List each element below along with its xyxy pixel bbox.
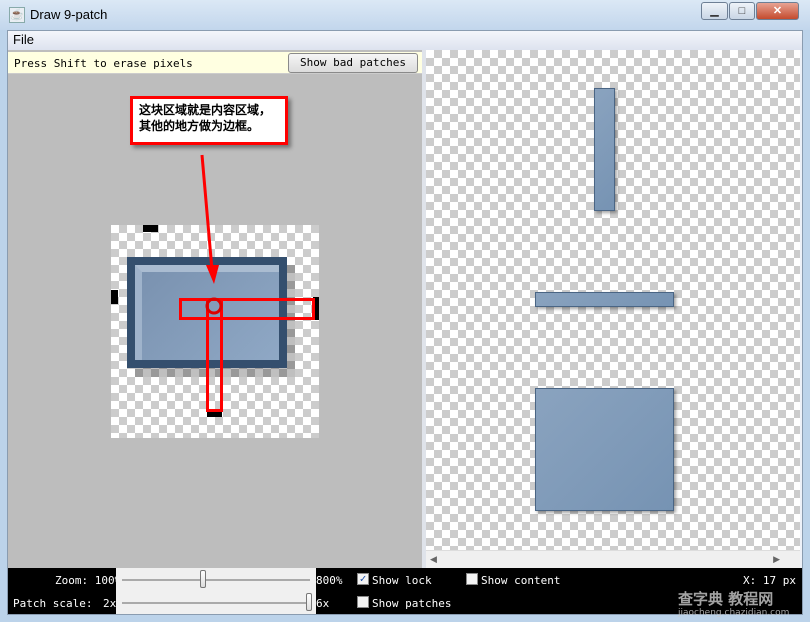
zoom-slider-thumb[interactable] [199,570,206,588]
zoom-slider[interactable] [116,568,316,591]
patch-scale-slider[interactable] [116,591,316,614]
watermark-line-2: jiaocheng.chazidian.com [678,608,790,618]
show-patches-label: Show patches [372,597,452,610]
close-button[interactable]: ✕ [756,2,799,20]
show-patches-checkbox[interactable] [357,596,369,608]
scroll-right-icon[interactable]: ▶ [773,554,780,565]
watermark-line-1: 查字典 教程网 [678,590,774,608]
patch-scale-slider-thumb[interactable] [306,593,312,611]
patch-scale-label: Patch scale: [13,597,93,610]
preview-panel [426,50,800,550]
annotation-line-2: 其他的地方做为边框。 [139,119,260,133]
show-lock-checkbox[interactable]: ✓ [357,573,369,585]
annotation-arrow [200,154,223,315]
show-lock-label: Show lock [372,574,432,587]
preview-horizontal-stretch [535,292,674,307]
maximize-button[interactable]: □ [729,2,755,20]
preview-both-stretch [535,388,674,511]
minimize-button[interactable]: ▁ [701,2,728,20]
bottom-controls: Zoom: 100% 800% ✓ Show lock Show content… [8,568,802,618]
preview-vertical-stretch [594,88,615,211]
scroll-left-icon[interactable]: ◀ [430,554,437,565]
preview-horizontal-scrollbar[interactable]: ◀ ▶ [426,550,800,568]
zoom-max-label: 800% [316,574,343,587]
annotation-callout: 这块区域就是内容区域， 其他的地方做为边框。 [130,96,288,145]
watermark-logo: 查字典 教程网 jiaocheng.chazidian.com [678,588,789,618]
patch-scale-min-label: 2x [103,597,117,610]
x-coordinate-readout: X: 17 px [743,574,796,587]
zoom-label: Zoom: 100% [55,574,122,587]
show-content-label: Show content [481,574,561,587]
annotation-line-1: 这块区域就是内容区域， [139,103,272,117]
patch-scale-max-label: 6x [316,597,330,610]
show-content-checkbox[interactable] [466,573,478,585]
